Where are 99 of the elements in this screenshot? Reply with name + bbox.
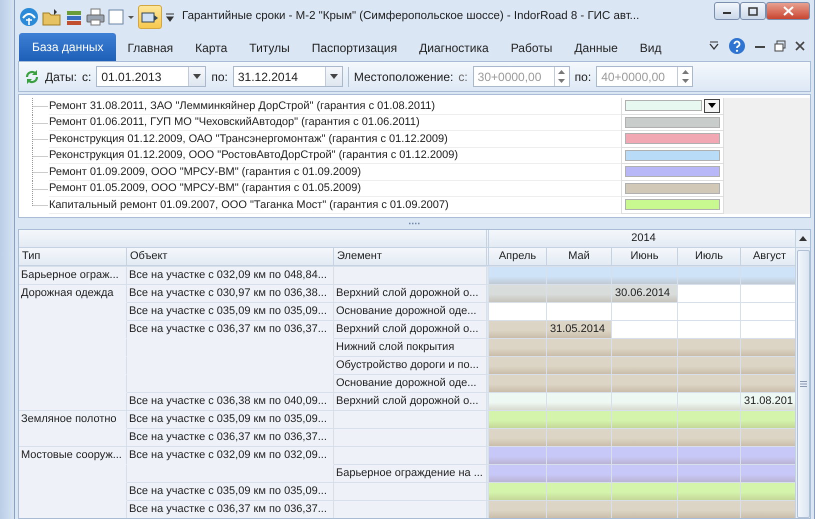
tree-line xyxy=(32,98,48,115)
ribbon-tab[interactable]: Главная xyxy=(116,35,184,61)
timeline-cell xyxy=(678,302,741,320)
color-cell[interactable] xyxy=(621,197,723,214)
color-cell[interactable] xyxy=(621,98,723,114)
chevron-icon[interactable] xyxy=(708,40,720,52)
location-to-label: по: xyxy=(574,68,592,86)
month-header[interactable]: Май xyxy=(547,248,612,266)
location-from-label: с: xyxy=(458,68,468,86)
dropdown-button[interactable] xyxy=(704,98,720,113)
up-arrow-icon xyxy=(799,236,807,241)
year-header: 2014 xyxy=(489,230,795,248)
ribbon-tab[interactable]: Вид xyxy=(628,35,672,61)
table-cell: Все на участке с 036,37 км по 036,37... xyxy=(127,500,334,518)
maximize-icon xyxy=(748,6,758,16)
restore-icon[interactable] xyxy=(774,40,786,52)
ribbon-tab[interactable]: База данных xyxy=(19,33,116,61)
from-label: с: xyxy=(82,68,92,86)
tree-line xyxy=(32,131,48,148)
legend-item-text: Реконструкция 01.12.2009, ООО "РостовАвтоДорСтрой" (гарантия с 01.12.2009) xyxy=(49,148,458,163)
table-cell: Верхний слой дорожной о... xyxy=(334,392,487,410)
location-label: Местоположение: xyxy=(354,68,454,86)
table-cell: Основание дорожной оде... xyxy=(334,302,487,320)
tree-line xyxy=(32,164,48,181)
dropdown-arrow-icon xyxy=(708,103,716,108)
tree-line xyxy=(32,114,48,132)
month-header[interactable]: Июнь xyxy=(612,248,678,266)
dropdown-arrow-icon[interactable] xyxy=(330,74,338,79)
timeline-cell xyxy=(547,302,612,320)
tree-line xyxy=(32,148,48,164)
timeline-cell xyxy=(489,302,547,320)
month-header[interactable]: Июль xyxy=(678,248,741,266)
table-cell: Все на участке с 036,37 км по 036,37... xyxy=(127,320,334,338)
date-to-field[interactable]: 31.12.2014 xyxy=(232,66,343,87)
table-cell: Верхний слой дорожной о... xyxy=(334,320,487,338)
table-cell: Все на участке с 035,09 км по 035,09... xyxy=(127,302,334,320)
grip-icon xyxy=(800,381,806,387)
table-cell: Мостовые сооруж... xyxy=(19,446,127,464)
app-logo-icon[interactable] xyxy=(19,6,39,26)
color-cell[interactable] xyxy=(621,148,723,164)
table-cell: Все на участке с 035,09 км по 035,09... xyxy=(127,410,334,428)
table-cell: Все на участке с 032,09 км по 032,09... xyxy=(127,446,334,464)
refresh-icon[interactable] xyxy=(24,68,40,84)
close-icon xyxy=(782,6,794,16)
minimize-button[interactable] xyxy=(714,2,740,20)
color-cell[interactable] xyxy=(621,114,723,131)
dropdown-arrow-icon[interactable] xyxy=(193,74,202,79)
date-from-field[interactable]: 01.01.2013 xyxy=(96,66,206,87)
maximize-button[interactable] xyxy=(740,2,766,20)
close-icon[interactable] xyxy=(794,40,806,52)
color-swatch[interactable] xyxy=(625,100,702,112)
folder-icon[interactable] xyxy=(42,8,62,26)
ribbon-tab[interactable]: Данные xyxy=(563,35,629,61)
table-cell: Обустройство дороги и по... xyxy=(334,356,487,374)
table-cell: Все на участке с 035,09 км по 035,09... xyxy=(127,482,334,500)
legend-item-text: Ремонт 01.09.2009, ООО "МРСУ-ВМ" (гарантия с 01.09.2009) xyxy=(49,164,362,180)
column-header[interactable]: Объект xyxy=(127,248,334,266)
timeline-cell: 31.08.201 xyxy=(741,392,795,410)
to-label: по: xyxy=(211,68,228,86)
printer-icon[interactable] xyxy=(86,8,105,26)
table-cell: Барьерное ограждение на ... xyxy=(334,464,487,482)
table-cell: Верхний слой дорожной о... xyxy=(334,284,487,302)
color-cell[interactable] xyxy=(621,131,723,148)
legend-item-text: Ремонт 01.05.2009, ООО "МРСУ-ВМ" (гарантия с 01.05.2009) xyxy=(49,181,362,196)
table-cell: Все на участке с 036,38 км по 040,09... xyxy=(127,392,334,410)
toolbar-button[interactable] xyxy=(138,4,162,28)
table-cell: Земляное полотно xyxy=(19,410,127,428)
window-title: Гарантийные сроки - М-2 "Крым" (Симферопольское шоссе) - IndorRoad 8 - ГИС авт... xyxy=(182,8,640,24)
timeline-cell: 30.06.2014 xyxy=(612,284,678,302)
ribbon-tab[interactable]: Карта xyxy=(184,35,238,61)
color-cell[interactable] xyxy=(621,180,723,197)
scroll-thumb[interactable] xyxy=(796,250,810,518)
table-cell: Все на участке с 032,09 км по 048,84... xyxy=(127,266,334,284)
ribbon-tab[interactable]: Диагностика xyxy=(408,35,500,61)
table-cell: Все на участке с 036,37 км по 036,37... xyxy=(127,428,334,446)
table-cell: Основание дорожной оде... xyxy=(334,374,487,392)
color-cell[interactable] xyxy=(621,164,723,180)
month-header[interactable]: Апрель xyxy=(489,248,547,266)
table-cell: Дорожная одежда xyxy=(19,284,127,302)
timeline-cell: 31.05.2014 xyxy=(547,320,612,338)
timeline-cell xyxy=(612,302,678,320)
dates-label: Даты: xyxy=(45,68,77,86)
splitter-grip-icon[interactable] xyxy=(408,222,422,225)
blank-page-icon[interactable] xyxy=(108,8,124,26)
table-cell: Нижний слой покрытия xyxy=(334,338,487,356)
close-button[interactable] xyxy=(766,2,810,20)
legend-item-text: Реконструкция 01.12.2009, ОАО "Трансэнергомонтаж" (гарантия с 01.12.2009) xyxy=(49,132,448,146)
legend-item-text: Капитальный ремонт 01.09.2007, ООО "Таганка Мост" (гарантия с 01.09.2007) xyxy=(49,198,449,212)
table-cell: Все на участке с 030,97 км по 036,38... xyxy=(127,284,334,302)
table-cell: Барьерное ограж... xyxy=(19,266,127,284)
column-header[interactable]: Элемент xyxy=(334,248,487,266)
ribbon-tab[interactable]: Паспортизация xyxy=(300,35,408,61)
ribbon-tab[interactable]: Работы xyxy=(500,35,564,61)
ribbon-tab[interactable]: Титулы xyxy=(238,35,301,61)
help-icon[interactable] xyxy=(728,37,746,55)
month-header[interactable]: Август xyxy=(741,248,795,266)
legend-item-text: Ремонт 31.08.2011, ЗАО "Лемминкяйнер ДорСтрой" (гарантия с 01.08.2011) xyxy=(49,98,436,114)
legend-item-text: Ремонт 01.06.2011, ГУП МО "ЧеховскийАвтодор" (гарантия с 01.06.2011) xyxy=(49,115,420,130)
column-header[interactable]: Тип xyxy=(19,248,127,266)
